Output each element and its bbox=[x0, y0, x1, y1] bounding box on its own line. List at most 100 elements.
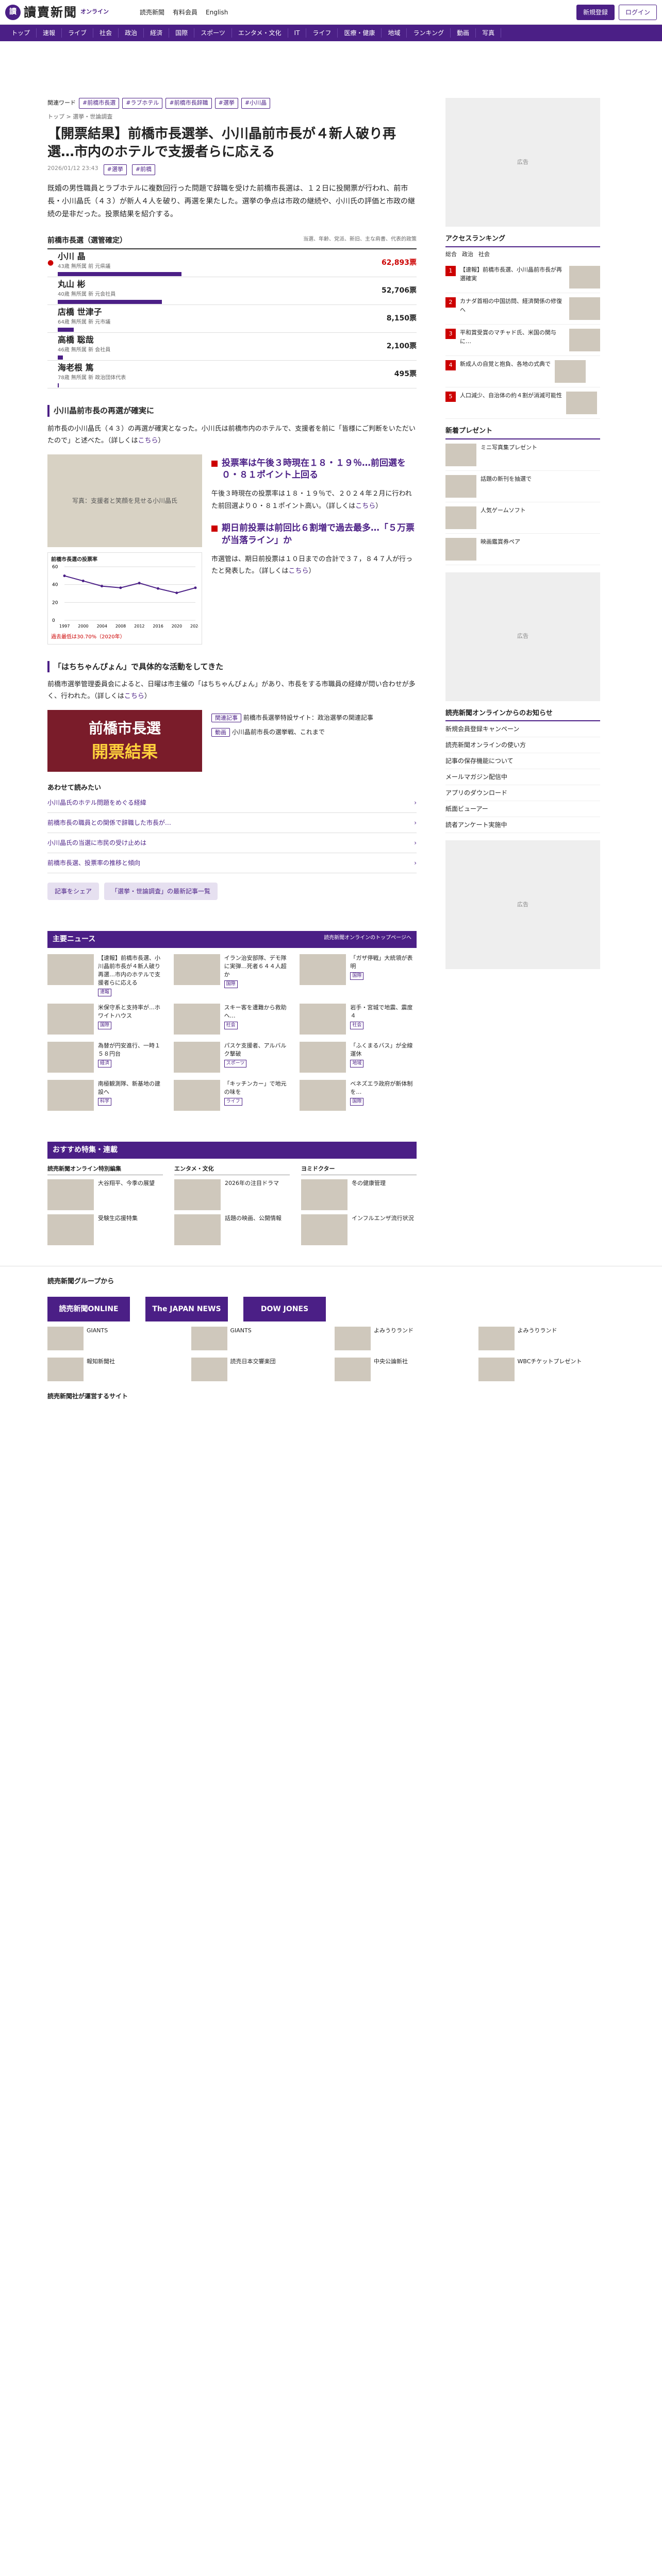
news-item[interactable]: ベネズエラ政府が新体制を… 国際 bbox=[300, 1080, 417, 1111]
nav-item-8[interactable]: エンタメ・文化 bbox=[232, 28, 288, 38]
footer-item[interactable]: GIANTS bbox=[191, 1327, 328, 1351]
news-item[interactable]: 米保守系と支持率が…ホワイトハウス 国際 bbox=[47, 1004, 164, 1035]
ad-slot[interactable]: 広告 bbox=[445, 572, 600, 701]
nav-item-4[interactable]: 政治 bbox=[119, 28, 144, 38]
news-item[interactable]: 【速報】前橋市長選、小川晶前市長が４新人破り再選…市内のホテルで支援者らに応える… bbox=[47, 954, 164, 997]
present-item[interactable]: ミニ写真集プレゼント bbox=[445, 439, 600, 471]
footer-item[interactable]: 読売日本交響楽団 bbox=[191, 1358, 328, 1382]
rank-thumb bbox=[569, 266, 600, 289]
share-button[interactable]: 記事をシェア bbox=[47, 883, 100, 901]
notice-item[interactable]: 読売新聞オンラインの使い方 bbox=[445, 737, 600, 753]
news-item[interactable]: 南極観測隊、新基地の建設へ 科学 bbox=[47, 1080, 164, 1111]
footer-item[interactable]: よみうりランド bbox=[335, 1327, 471, 1351]
meta-tag[interactable]: #前橋 bbox=[131, 164, 156, 175]
ranking-item[interactable]: 3 平和賞受賞のマチャド氏、米国の関与に… bbox=[445, 325, 600, 356]
nav-item-9[interactable]: IT bbox=[288, 28, 307, 38]
keyword-tag[interactable]: #選挙 bbox=[214, 98, 238, 109]
keyword-tag[interactable]: #ラブホテル bbox=[122, 98, 163, 109]
notice-item[interactable]: 読者アンケート実施中 bbox=[445, 817, 600, 833]
mini-item[interactable]: 関連記事 前橋市長選挙特設サイト：政治選挙の関連記事 bbox=[211, 713, 417, 723]
footer-item[interactable]: 中央公論新社 bbox=[335, 1358, 471, 1382]
notice-item[interactable]: 新規会員登録キャンペーン bbox=[445, 721, 600, 737]
nav-item-13[interactable]: ランキング bbox=[407, 28, 451, 38]
site-logo[interactable]: 讀 讀賣新聞 オンライン bbox=[5, 3, 109, 22]
rank-title: 平和賞受賞のマチャド氏、米国の関与に… bbox=[460, 329, 556, 345]
ad-slot[interactable]: 広告 bbox=[445, 840, 600, 969]
footer-item[interactable]: WBCチケットプレゼント bbox=[478, 1358, 615, 1382]
header-link[interactable]: 読売新聞 bbox=[140, 8, 164, 17]
news-item[interactable]: イラン治安部隊、デモ隊に実弾…死者６４４人超か 国際 bbox=[173, 954, 291, 996]
keyword-tag[interactable]: #小川晶 bbox=[241, 98, 271, 109]
nav-item-11[interactable]: 医療・健康 bbox=[338, 28, 382, 38]
present-item[interactable]: 話題の新刊を抽選で bbox=[445, 471, 600, 502]
nav-item-15[interactable]: 写真 bbox=[476, 28, 502, 38]
main-news-more[interactable]: 読売新聞オンラインのトップページへ bbox=[324, 934, 411, 945]
footer-banner[interactable]: DOW JONES bbox=[243, 1297, 326, 1322]
nav-item-2[interactable]: ライブ bbox=[62, 28, 94, 38]
news-item[interactable]: パスケ支援者、アルバルク撃破 スポーツ bbox=[173, 1042, 291, 1073]
related-item[interactable]: 小川晶氏のホテル問題をめぐる経緯 › bbox=[47, 793, 417, 814]
ranking-item[interactable]: 5 人口減少、自治体の約４割が消滅可能性 bbox=[445, 387, 600, 419]
category-list-button[interactable]: 「選挙・世論調査」の最新記事一覧 bbox=[104, 883, 218, 901]
related-item[interactable]: 小川晶氏の当選に市民の受け止めは › bbox=[47, 833, 417, 854]
details-link[interactable]: こちら bbox=[138, 437, 158, 445]
footer-item[interactable]: 報知新聞社 bbox=[47, 1358, 184, 1382]
details-link[interactable]: こちら bbox=[355, 502, 375, 510]
present-item[interactable]: 人気ゲームソフト bbox=[445, 502, 600, 534]
related-item[interactable]: 前橋市長の職員との関係で辞職した市長が… › bbox=[47, 813, 417, 834]
news-item[interactable]: 為替が円安進行、一時１５８円台 経済 bbox=[47, 1042, 164, 1073]
notice-item[interactable]: アプリのダウンロード bbox=[445, 785, 600, 801]
footer-item[interactable]: よみうりランド bbox=[478, 1327, 615, 1351]
reco-item[interactable]: 受験生応援特集 bbox=[47, 1214, 163, 1245]
nav-item-5[interactable]: 経済 bbox=[144, 28, 170, 38]
notice-item[interactable]: 紙面ビューアー bbox=[445, 801, 600, 817]
news-item[interactable]: 「キッチンカー」で地元の味を ライフ bbox=[173, 1080, 291, 1111]
reco-item[interactable]: 冬の健康管理 bbox=[301, 1179, 417, 1210]
nav-item-3[interactable]: 社会 bbox=[93, 28, 119, 38]
mini-item[interactable]: 動画 小川晶前市長の選挙戦、これまで bbox=[211, 727, 417, 737]
reco-item[interactable]: 2026年の注目ドラマ bbox=[174, 1179, 290, 1210]
header-link[interactable]: 有料会員 bbox=[173, 8, 197, 17]
nav-item-1[interactable]: 速報 bbox=[37, 28, 62, 38]
news-item[interactable]: 「ガザ停戦」大統領が表明 国際 bbox=[300, 954, 417, 996]
nav-item-0[interactable]: トップ bbox=[5, 28, 37, 38]
results-poster[interactable]: 前橋市長選 開票結果 bbox=[47, 709, 202, 772]
details-link[interactable]: こちら bbox=[124, 692, 144, 700]
reco-item[interactable]: インフルエンザ流行状況 bbox=[301, 1214, 417, 1245]
keyword-tag[interactable]: #前橋市長選 bbox=[79, 98, 120, 109]
meta-tag[interactable]: #選挙 bbox=[103, 164, 127, 175]
news-thumb bbox=[173, 954, 220, 986]
footer-item[interactable]: GIANTS bbox=[47, 1327, 184, 1351]
ranking-item[interactable]: 1 【速報】前橋市長選、小川晶前市長が再選確実 bbox=[445, 262, 600, 293]
news-item[interactable]: スキー客を遭難から救助へ… 社会 bbox=[173, 1004, 291, 1035]
present-item[interactable]: 映画鑑賞券ペア bbox=[445, 534, 600, 565]
related-item[interactable]: 前橋市長選、投票率の推移と傾向 › bbox=[47, 853, 417, 874]
reco-item[interactable]: 話題の映画、公開情報 bbox=[174, 1214, 290, 1245]
ad-slot[interactable]: 広告 bbox=[445, 98, 600, 227]
nav-item-6[interactable]: 国際 bbox=[169, 28, 195, 38]
ranking-tab[interactable]: 政治 bbox=[462, 250, 473, 259]
ranking-tab[interactable]: 総合 bbox=[445, 250, 457, 259]
ranking-item[interactable]: 2 カナダ首相の中国訪問、経済関係の修復へ bbox=[445, 293, 600, 325]
reco-item[interactable]: 大谷翔平、今季の展望 bbox=[47, 1179, 163, 1210]
keyword-tag[interactable]: #前橋市長辞職 bbox=[166, 98, 212, 109]
details-link[interactable]: こちら bbox=[289, 567, 309, 575]
notice-item[interactable]: 記事の保存機能について bbox=[445, 753, 600, 769]
page-title: 【開票結果】前橋市長選挙、小川晶前市長が４新人破り再選…市内のホテルで支援者らに… bbox=[47, 126, 396, 160]
login-button[interactable]: ログイン bbox=[618, 4, 657, 20]
ranking-tab[interactable]: 社会 bbox=[478, 250, 490, 259]
nav-item-10[interactable]: ライフ bbox=[306, 28, 338, 38]
article-photo[interactable]: 写真：支援者と笑顔を見せる小川晶氏 bbox=[47, 454, 202, 547]
news-item[interactable]: 「ふくまるバス」が全線運休 地域 bbox=[300, 1042, 417, 1073]
nav-item-14[interactable]: 動画 bbox=[451, 28, 476, 38]
footer-banner[interactable]: 読売新聞ONLINE bbox=[47, 1297, 130, 1322]
footer-banner[interactable]: The JAPAN NEWS bbox=[145, 1297, 228, 1322]
news-item[interactable]: 岩手・宮城で地震、震度４ 社会 bbox=[300, 1004, 417, 1035]
nav-item-12[interactable]: 地域 bbox=[382, 28, 407, 38]
nav-item-7[interactable]: スポーツ bbox=[194, 28, 232, 38]
register-button[interactable]: 新規登録 bbox=[576, 4, 615, 20]
breadcrumb[interactable]: トップ > 選挙・世論調査 bbox=[47, 113, 417, 122]
header-link[interactable]: English bbox=[206, 8, 228, 17]
notice-item[interactable]: メールマガジン配信中 bbox=[445, 769, 600, 785]
ranking-item[interactable]: 4 新成人の自覚と抱負、各地の式典で bbox=[445, 356, 600, 387]
